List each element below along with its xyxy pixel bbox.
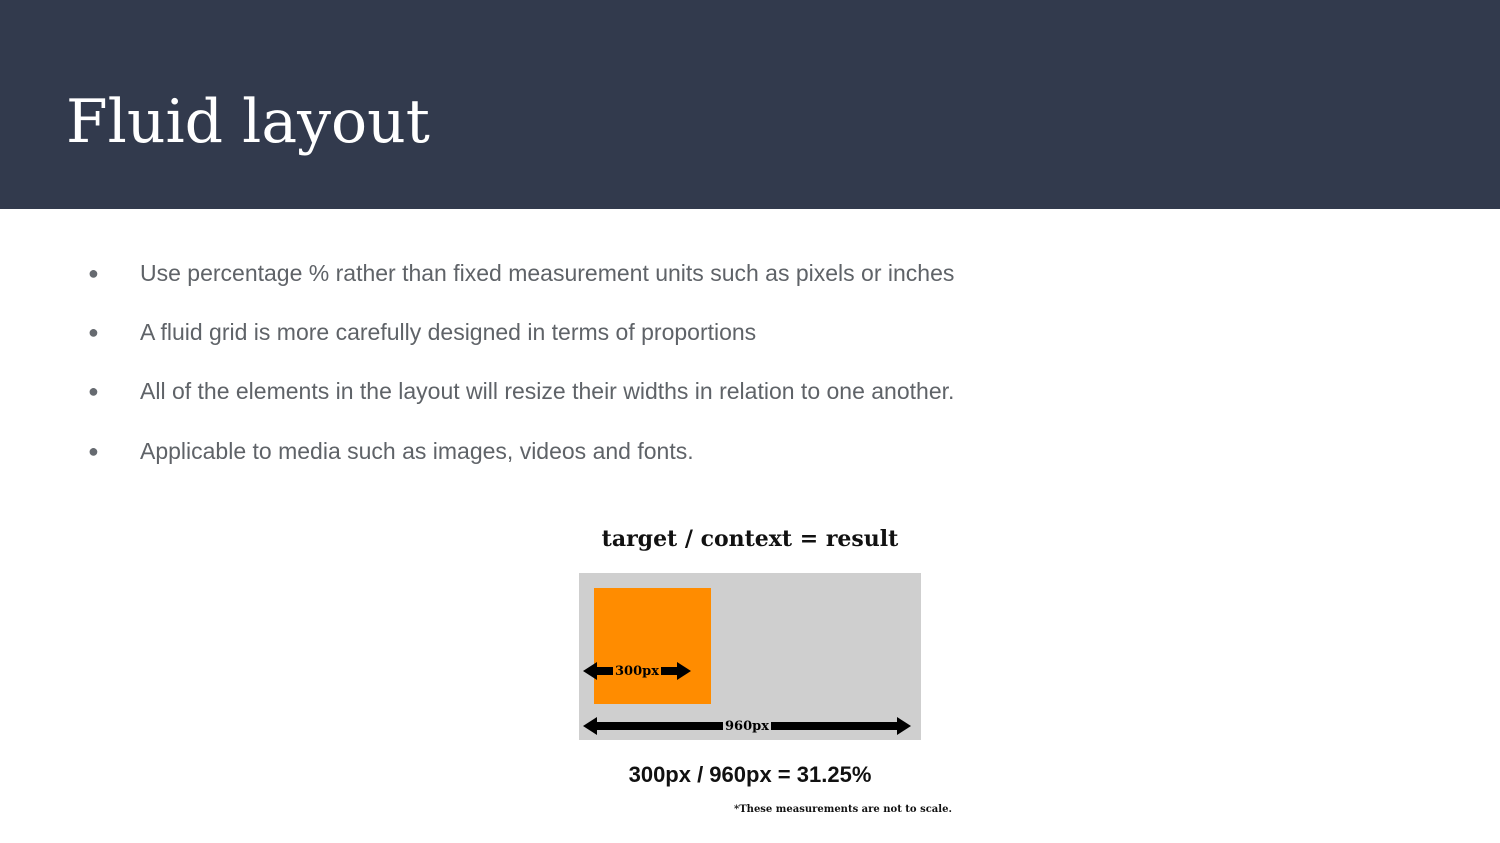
bullet-item: ● All of the elements in the layout will … xyxy=(88,376,954,406)
arrow-shaft xyxy=(660,667,677,675)
context-width-label: 960px xyxy=(725,718,769,734)
bullet-text: All of the elements in the layout will r… xyxy=(140,378,955,404)
bullet-item: ● Use percentage % rather than fixed meas… xyxy=(88,258,954,288)
arrow-left-icon xyxy=(583,717,597,735)
slide: Fluid layout ● Use percentage % rather th… xyxy=(0,0,1500,843)
bullet-text: Use percentage % rather than fixed measu… xyxy=(140,260,955,286)
bullet-item: ● A fluid grid is more carefully designed… xyxy=(88,317,756,347)
context-container: 300px 960px xyxy=(579,573,921,740)
fluid-grid-figure: target / context = result 300px 960px 30… xyxy=(560,518,960,828)
formula-heading: target / context = result xyxy=(601,526,899,552)
bullet-dot-icon: ● xyxy=(88,441,99,461)
arrow-right-icon xyxy=(676,662,691,680)
target-width-label: 300px xyxy=(615,663,659,679)
bullet-text: Applicable to media such as images, vide… xyxy=(140,438,694,464)
target-box xyxy=(594,588,711,704)
scale-note: *These measurements are not to scale. xyxy=(734,804,952,815)
title-bar: Fluid layout xyxy=(0,0,1500,209)
arrow-shaft xyxy=(770,722,897,730)
arrow-shaft xyxy=(597,722,723,730)
bullet-dot-icon: ● xyxy=(88,381,99,401)
arrow-left-icon xyxy=(583,662,597,680)
arrow-shaft xyxy=(597,667,613,675)
context-width-arrow: 960px xyxy=(583,717,917,735)
target-width-arrow: 300px xyxy=(583,662,695,680)
bullet-text: A fluid grid is more carefully designed … xyxy=(140,319,757,345)
bullet-dot-icon: ● xyxy=(88,322,99,342)
bullet-item: ● Applicable to media such as images, vid… xyxy=(88,436,694,466)
bullet-dot-icon: ● xyxy=(88,263,99,283)
slide-title: Fluid layout xyxy=(66,87,430,157)
formula-result: 300px / 960px = 31.25% xyxy=(628,762,872,787)
arrow-right-icon xyxy=(896,717,911,735)
